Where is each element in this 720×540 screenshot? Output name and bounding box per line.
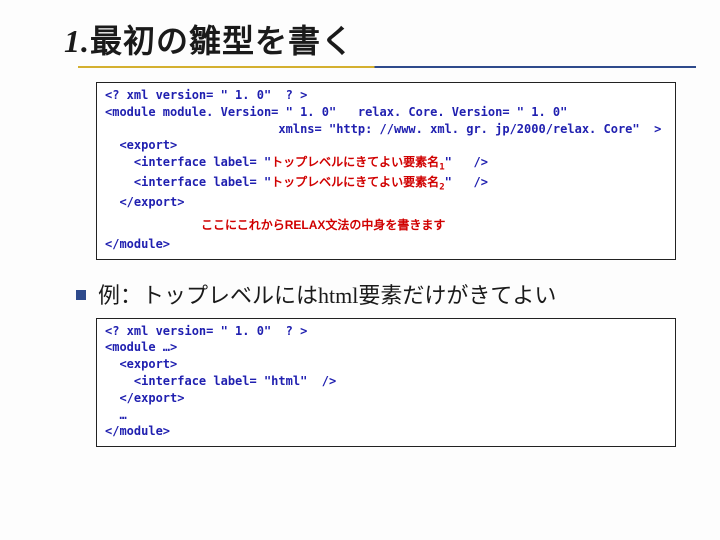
bullet-item: 例：トップレベルにはhtml要素だけがきてよい [76, 278, 702, 310]
code-line: <? xml version= " 1. 0" ? > <module modu… [105, 87, 667, 211]
title-underline [78, 66, 696, 68]
bullet-text: 例：トップレベルにはhtml要素だけがきてよい [98, 278, 556, 310]
code-line: <? xml version= " 1. 0" ? > <module …> <… [105, 323, 667, 441]
code-annotation: ここにこれからRELAX文法の中身を書きます [105, 217, 667, 234]
code-block-template: <? xml version= " 1. 0" ? > <module modu… [96, 82, 676, 260]
code-block-example: <? xml version= " 1. 0" ? > <module …> <… [96, 318, 676, 448]
slide: 1.最初の雛型を書く <? xml version= " 1. 0" ? > <… [0, 0, 720, 457]
title-text: 最初の雛型を書く [90, 23, 354, 59]
title-number: 1. [64, 23, 90, 59]
code-line: </module> [105, 236, 667, 253]
bullet-icon [76, 290, 86, 300]
slide-title: 1.最初の雛型を書く [18, 16, 702, 62]
